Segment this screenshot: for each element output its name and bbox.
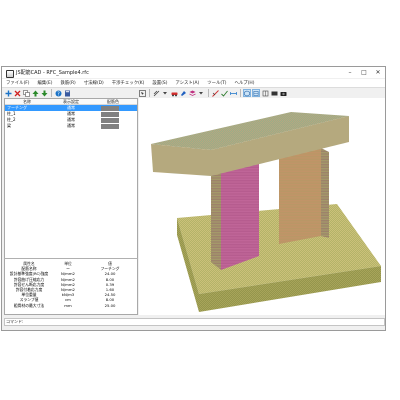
column-header-name[interactable]: 名称 — [5, 99, 49, 104]
list-item-display[interactable]: 通常 — [49, 123, 93, 129]
check-icon[interactable] — [220, 89, 228, 97]
toolbar-separator — [240, 89, 241, 97]
app-icon — [5, 69, 14, 78]
move-down-icon[interactable] — [40, 89, 48, 97]
dimension-icon[interactable] — [229, 89, 237, 97]
column-2-side[interactable] — [321, 148, 329, 238]
color-swatch[interactable] — [101, 111, 119, 117]
help-icon[interactable]: ? — [54, 89, 62, 97]
paint-icon[interactable] — [179, 89, 187, 97]
left-toolbar: ? — [4, 88, 72, 98]
property-unit: mm — [64, 302, 72, 308]
measure-icon[interactable] — [211, 89, 219, 97]
move-up-icon[interactable] — [31, 89, 39, 97]
car-icon[interactable] — [170, 89, 178, 97]
window-controls: – □ ✕ — [343, 67, 385, 78]
rebar-icon[interactable] — [152, 89, 160, 97]
title-bar: JS配筋CAD - RFC_Sample4.rfc – □ ✕ — [2, 67, 385, 78]
close-icon[interactable]: ✕ — [371, 67, 385, 78]
menu-settings[interactable]: 設置(S) — [148, 80, 171, 86]
menu-dimension[interactable]: 寸法線(D) — [80, 80, 108, 86]
toolbar-separator — [149, 89, 150, 97]
menu-tools[interactable]: ツール(T) — [203, 80, 230, 86]
command-bar[interactable]: コマンド: — [4, 318, 385, 326]
toolbar-separator — [208, 89, 209, 97]
view-plan-icon[interactable] — [270, 89, 278, 97]
status-bar — [2, 326, 385, 330]
select-icon[interactable] — [138, 89, 146, 97]
view-side-icon[interactable] — [261, 89, 269, 97]
command-label: コマンド: — [6, 319, 24, 324]
minimize-icon[interactable]: – — [343, 67, 357, 78]
rebar-3d-model[interactable] — [139, 98, 385, 315]
property-attribute: 粗骨材の最大寸法 — [13, 302, 45, 308]
view-3d-icon[interactable] — [243, 89, 251, 97]
settings-dropdown-icon[interactable] — [197, 89, 205, 97]
maximize-icon[interactable]: □ — [357, 67, 371, 78]
svg-text:?: ? — [57, 91, 60, 97]
color-swatch[interactable] — [101, 105, 119, 111]
copy-icon[interactable] — [22, 89, 30, 97]
panel-splitter[interactable] — [4, 258, 138, 259]
column-header-display[interactable]: 表示設定 — [49, 99, 93, 104]
property-value[interactable]: 25.00 — [83, 303, 137, 308]
layer-icon[interactable] — [188, 89, 196, 97]
view-toolbar — [138, 88, 288, 98]
menu-interference-check[interactable]: 干渉チェック(K) — [108, 80, 149, 86]
menu-bar: ファイル(F) 編集(E) 鉄筋(R) 寸法線(D) 干渉チェック(K) 設置(… — [2, 79, 385, 88]
menu-edit[interactable]: 編集(E) — [34, 80, 57, 86]
property-table: 属性名 単位 値 配筋名称 ー フーチング 設計基準強度(RC)強度 N/mm2… — [5, 261, 137, 308]
table-row: 粗骨材の最大寸法 mm 25.00 — [5, 303, 137, 308]
menu-file[interactable]: ファイル(F) — [2, 80, 34, 86]
menu-assist[interactable]: アシスト(A) — [171, 80, 203, 86]
3d-viewport[interactable] — [139, 98, 385, 315]
list-item[interactable]: 梁 通常 — [5, 123, 137, 129]
add-icon[interactable] — [4, 89, 12, 97]
book-icon[interactable] — [63, 89, 71, 97]
camera-icon[interactable] — [279, 89, 287, 97]
app-window: JS配筋CAD - RFC_Sample4.rfc – □ ✕ ファイル(F) … — [1, 66, 386, 331]
view-front-icon[interactable] — [252, 89, 260, 97]
rebar-dropdown-icon[interactable] — [161, 89, 169, 97]
color-swatch[interactable] — [101, 117, 119, 123]
toolbar-separator — [51, 89, 52, 97]
column-2[interactable] — [279, 148, 321, 244]
color-swatch[interactable] — [101, 123, 119, 129]
list-item-name: 梁 — [7, 123, 11, 128]
menu-help[interactable]: ヘルプ(H) — [231, 80, 259, 86]
delete-icon[interactable] — [13, 89, 21, 97]
menu-rebar[interactable]: 鉄筋(R) — [57, 80, 80, 86]
column-header-color[interactable]: 配筋色 — [93, 99, 133, 104]
window-title: JS配筋CAD - RFC_Sample4.rfc — [16, 70, 89, 76]
